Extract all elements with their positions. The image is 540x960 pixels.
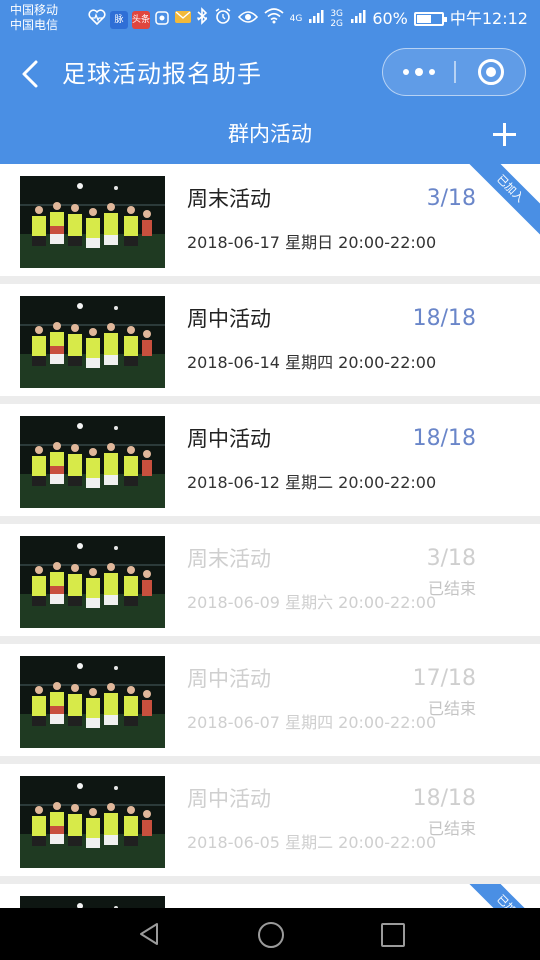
toutiao-icon: 头条 xyxy=(132,11,150,29)
bluetooth-icon xyxy=(196,7,208,30)
nav-home-button[interactable] xyxy=(256,920,284,948)
maimai-icon: 脉 xyxy=(110,11,128,29)
battery-icon xyxy=(413,11,447,26)
activity-name: 周中活动 xyxy=(187,307,271,331)
activity-name: 周末活动 xyxy=(187,547,271,571)
team-photo xyxy=(20,416,165,508)
capsule-divider xyxy=(454,61,456,83)
more-dot-icon xyxy=(415,67,423,76)
nav-recents-button[interactable] xyxy=(378,920,406,948)
activity-thumbnail xyxy=(20,776,165,868)
more-dot-icon xyxy=(403,68,409,75)
status-bar: 中国移动 中国电信 脉 头条 ··· 4G 3G 2G 60% 中午12:12 xyxy=(0,0,540,36)
clock: 中午12:12 xyxy=(449,8,528,28)
ended-status: 已结束 xyxy=(427,579,476,598)
activity-thumbnail xyxy=(20,536,165,628)
activity-item[interactable]: 周末活动 3/18 2018-06-17 星期日 20:00-22:00 已加入 xyxy=(0,164,540,276)
activity-datetime: 2018-06-07 星期四 20:00-22:00 xyxy=(187,713,437,732)
activity-item[interactable]: 周末活动 3/18 2018-06-09 星期六 20:00-22:00 已结束 xyxy=(0,524,540,636)
activity-datetime: 2018-06-05 星期二 20:00-22:00 xyxy=(187,833,437,852)
system-icons: 4G 3G 2G 60% 中午12:12 xyxy=(196,7,528,30)
activity-item[interactable]: 周中活动 17/18 2018-06-07 星期四 20:00-22:00 已结束 xyxy=(0,644,540,756)
signal-icon-2 xyxy=(350,8,366,29)
activity-name: 周末活动 xyxy=(187,187,271,211)
more-dot-icon xyxy=(429,68,435,75)
activity-thumbnail xyxy=(20,416,165,508)
activity-list[interactable]: 周末活动 3/18 2018-06-17 星期日 20:00-22:00 已加入 周中活… xyxy=(0,164,540,908)
triangle-back-icon xyxy=(140,923,158,945)
add-activity-button[interactable] xyxy=(492,122,518,148)
activity-datetime: 2018-06-17 星期日 20:00-22:00 xyxy=(187,233,437,252)
activity-datetime: 2018-06-09 星期六 20:00-22:00 xyxy=(187,593,437,612)
wifi-icon xyxy=(264,8,284,29)
mini-program-capsule xyxy=(382,48,526,96)
alarm-icon xyxy=(214,7,232,30)
activity-item[interactable]: 周中活动 18/18 2018-06-12 星期二 20:00-22:00 xyxy=(0,404,540,516)
signup-count: 18/18 xyxy=(412,306,476,331)
chevron-left-icon xyxy=(22,60,38,88)
activity-thumbnail xyxy=(20,896,165,908)
team-photo xyxy=(20,656,165,748)
app-icon xyxy=(154,8,170,32)
more-options-button[interactable] xyxy=(383,49,455,94)
signal-icon xyxy=(308,8,324,29)
joined-badge: 已加入 xyxy=(459,884,540,908)
activity-item[interactable]: 周中活动 18/18 2018-06-14 星期四 20:00-22:00 xyxy=(0,284,540,396)
carrier-info: 中国移动 中国电信 xyxy=(10,3,58,33)
signup-count: 3/18 xyxy=(426,186,476,211)
app-title: 足球活动报名助手 xyxy=(62,60,262,88)
network-type-1: 4G xyxy=(289,13,303,24)
network-type-2: 3G 2G xyxy=(330,8,344,29)
activity-name: 周中活动 xyxy=(187,427,271,451)
activity-name: 周中活动 xyxy=(187,787,271,811)
app-header: 足球活动报名助手 群内活动 xyxy=(0,36,540,164)
team-photo xyxy=(20,776,165,868)
signup-count: 18/18 xyxy=(412,426,476,451)
battery-percent: 60% xyxy=(372,8,408,28)
team-photo xyxy=(20,896,165,908)
mail-icon xyxy=(174,9,192,31)
activity-thumbnail xyxy=(20,176,165,268)
team-photo xyxy=(20,176,165,268)
nav-back-button[interactable] xyxy=(136,920,164,948)
activity-datetime: 2018-06-12 星期二 20:00-22:00 xyxy=(187,473,437,492)
eye-icon xyxy=(237,9,258,29)
page-title: 群内活动 xyxy=(228,122,312,146)
activity-item[interactable]: 周中活动 18/18 2018-06-05 星期二 20:00-22:00 已结束 xyxy=(0,764,540,876)
activity-thumbnail xyxy=(20,296,165,388)
signup-count: 3/18 xyxy=(426,546,476,571)
carrier-primary: 中国移动 xyxy=(10,3,59,17)
notification-icons: 脉 头条 ··· xyxy=(88,8,208,32)
android-nav-bar xyxy=(0,908,540,960)
ended-status: 已结束 xyxy=(427,699,476,718)
battery-level-fill xyxy=(416,14,431,23)
close-mini-program-icon[interactable] xyxy=(478,59,504,85)
ended-status: 已结束 xyxy=(427,819,476,838)
heart-pulse-icon xyxy=(88,9,106,31)
carrier-secondary: 中国电信 xyxy=(10,18,59,32)
activity-datetime: 2018-06-14 星期四 20:00-22:00 xyxy=(187,353,437,372)
activity-thumbnail xyxy=(20,656,165,748)
team-photo xyxy=(20,536,165,628)
signup-count: 17/18 xyxy=(412,666,476,691)
back-button[interactable] xyxy=(16,56,46,92)
team-photo xyxy=(20,296,165,388)
activity-item[interactable]: 已加入 xyxy=(0,884,540,908)
activity-name: 周中活动 xyxy=(187,667,271,691)
signup-count: 18/18 xyxy=(412,786,476,811)
